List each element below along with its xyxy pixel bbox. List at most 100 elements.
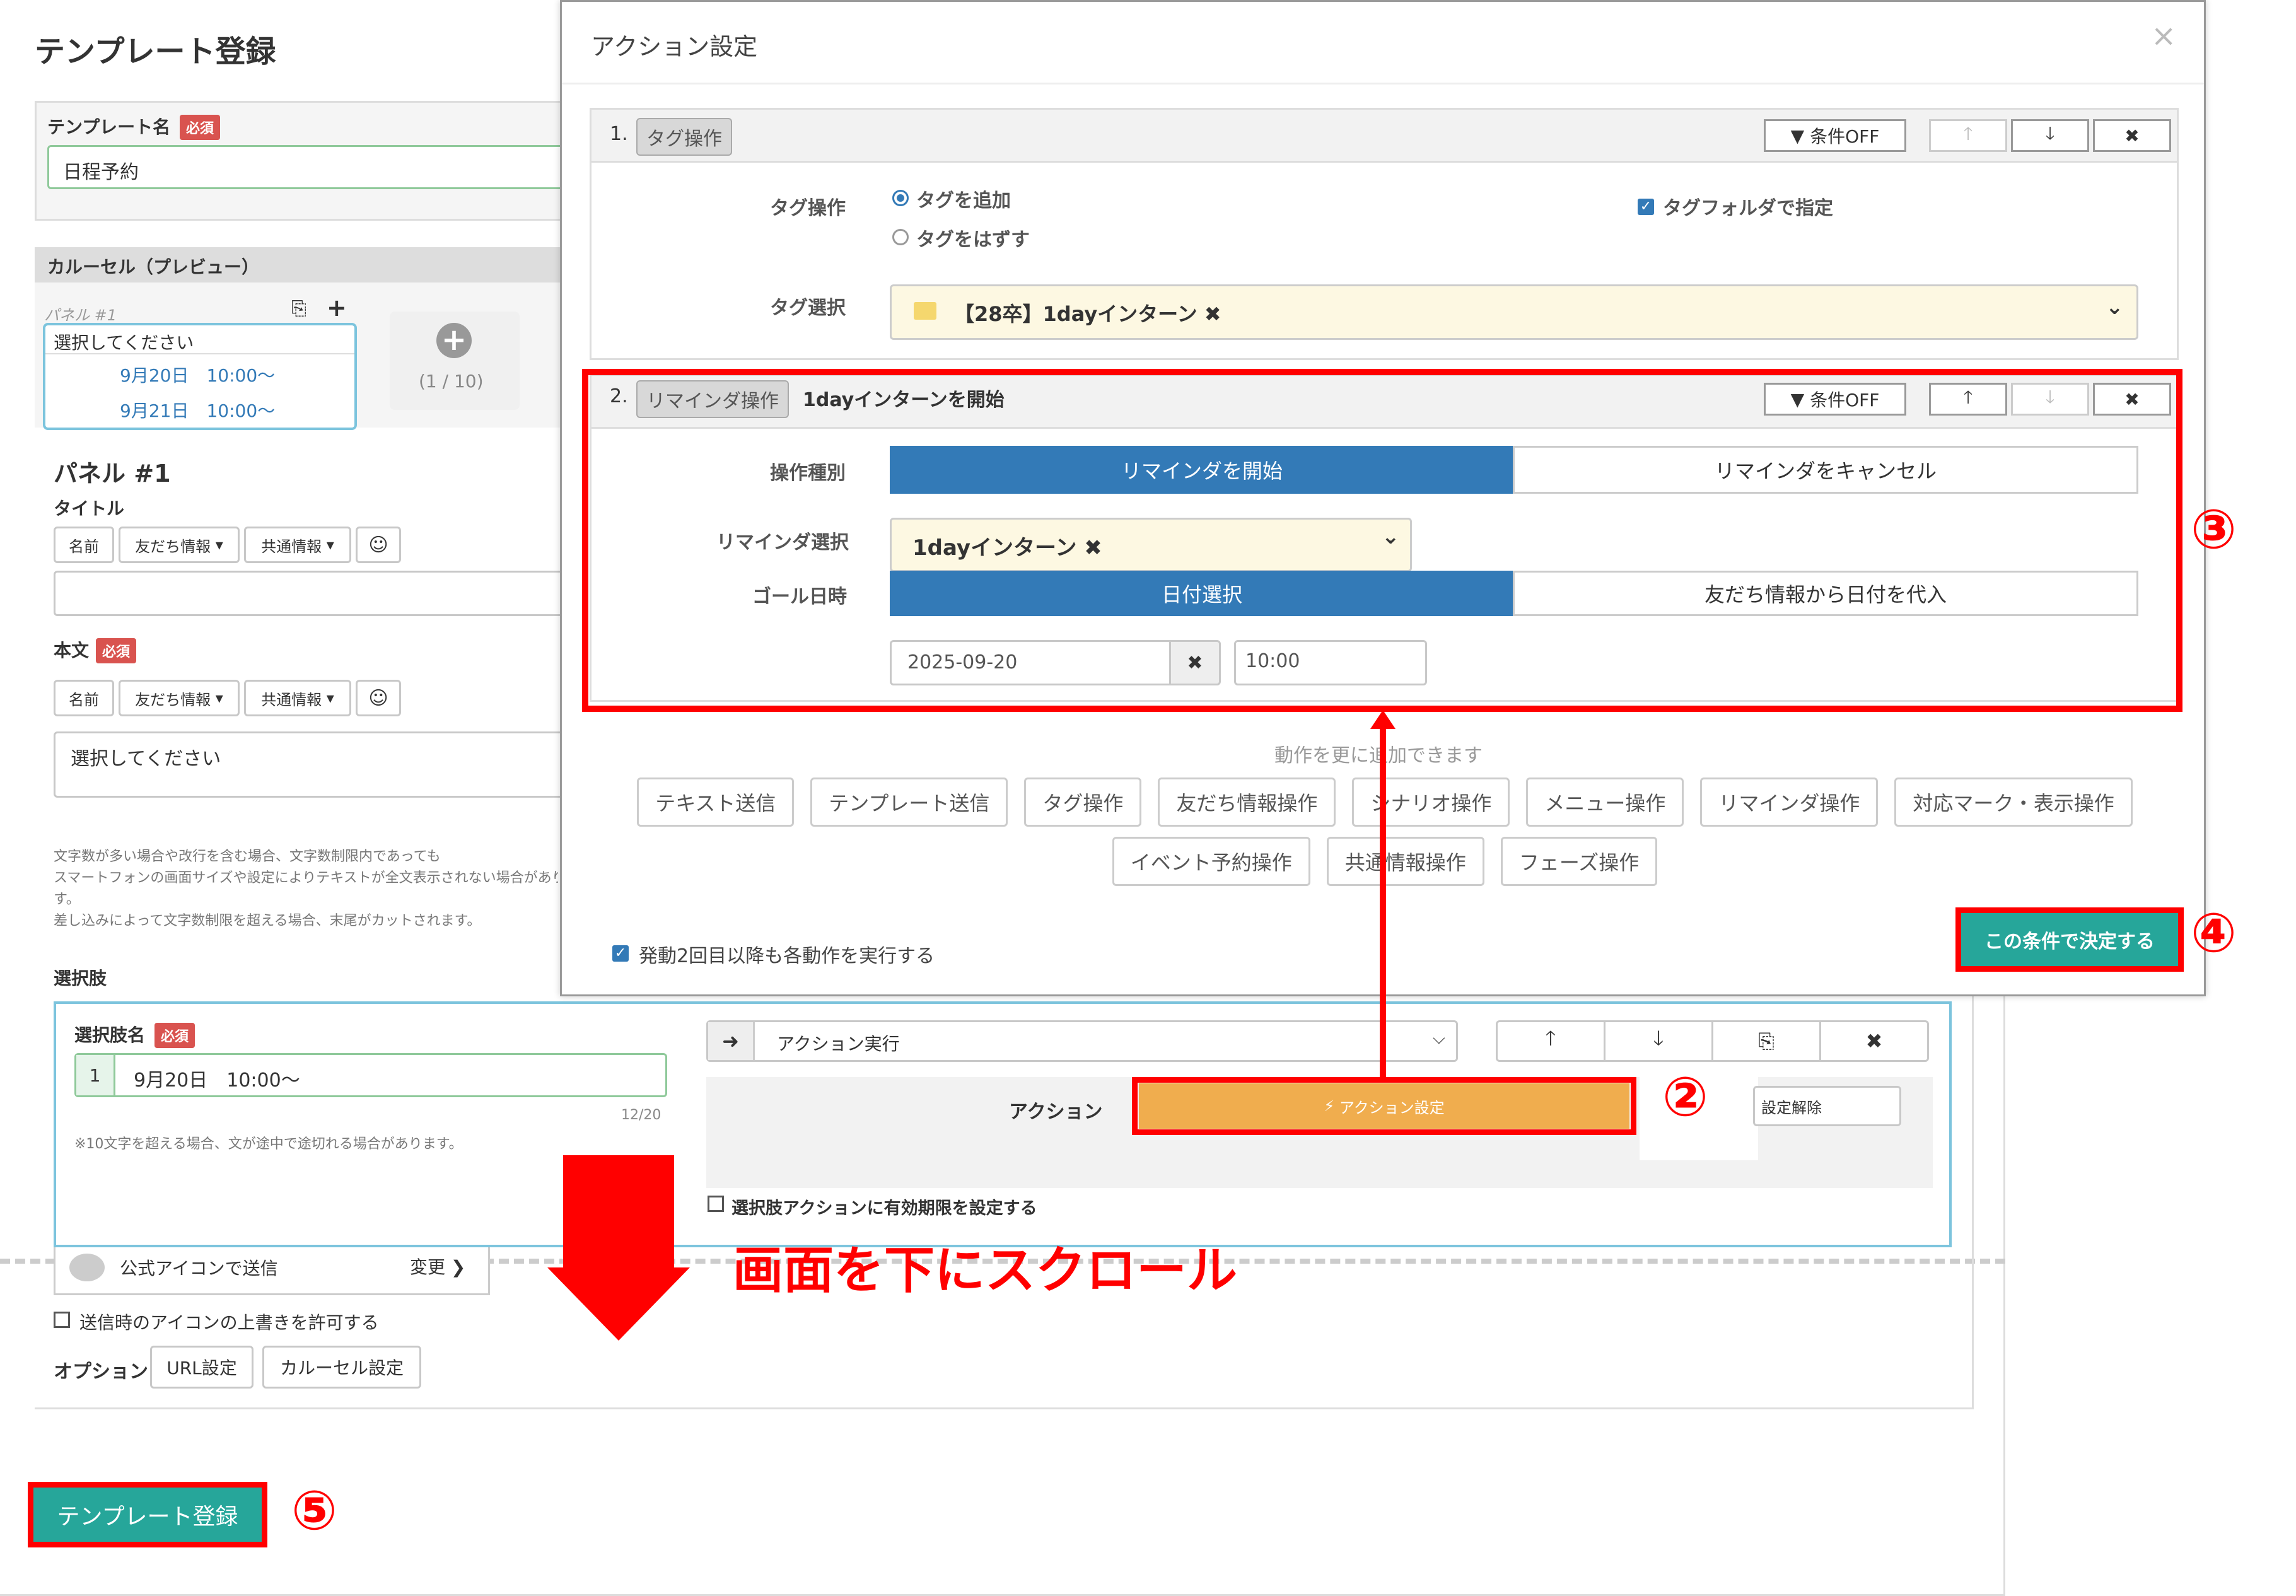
chevron-down-icon: ⌵ [1433,1029,1445,1048]
template-name-value: 日程予約 [63,161,139,183]
preview-divider [45,353,354,354]
connector-arrowhead [1370,710,1396,729]
panel-right-border [1972,984,1974,1409]
add-mark-display-operation-button[interactable]: 対応マーク・表示操作 [1894,778,2133,827]
connector-arrow-line [1380,722,1386,1078]
carousel-counter: (1 / 10) [419,371,484,392]
tag-op-label: タグ操作 [770,197,846,219]
body-note: 差し込みによって文字数制限を超える場合、末尾がカットされます。 [54,913,481,929]
emoji-icon[interactable]: ☺ [356,527,401,563]
annotation-number-2: ② [1662,1066,1708,1129]
carousel-setting-button[interactable]: カルーセル設定 [262,1346,421,1389]
expiry-checkbox-label: 選択肢アクションに有効期限を設定する [731,1199,1037,1218]
tag-select-label: タグ選択 [770,297,846,319]
panel-bottom-border [35,1407,1974,1409]
block1-badge: タグ操作 [636,118,732,156]
url-setting-button[interactable]: URL設定 [150,1346,253,1389]
copy-icon[interactable]: ⎘ [1711,1020,1821,1062]
tag-folder-checkbox[interactable]: ✓ [1638,199,1654,215]
insert-friend-info-button[interactable]: 友だち情報 ▾ [119,680,240,716]
add-phase-operation-button[interactable]: フェーズ操作 [1500,837,1658,886]
scroll-instruction: 画面を下にスクロール [733,1241,1237,1300]
preview-item: 9月20日 10:00〜 [120,365,276,386]
body-note: す。 [54,892,80,907]
title-label: タイトル [54,498,125,519]
repeat-checkbox[interactable]: ✓ [612,945,629,962]
panel-heading: パネル #1 [54,460,171,487]
folder-icon [914,302,936,320]
preview-item: 9月21日 10:00〜 [120,400,276,421]
insert-friend-info-button[interactable]: 友だち情報 ▾ [119,527,240,563]
carousel-header: カルーセル（プレビュー） [47,257,260,277]
delete-button[interactable]: ✖ [1819,1020,1929,1062]
move-up-button[interactable]: 🡑 [1496,1020,1605,1062]
highlight-action-setting-button [1132,1077,1636,1135]
highlight-reminder-block [582,369,2182,712]
add-friend-info-operation-button[interactable]: 友だち情報操作 [1158,778,1336,827]
insert-name-button[interactable]: 名前 [54,527,114,563]
radio-remove-tag[interactable] [892,229,909,245]
scroll-down-arrowhead [547,1267,690,1341]
choice-section-label: 選択肢 [54,968,107,989]
template-register-button[interactable]: テンプレート登録 [28,1482,267,1547]
radio-add-tag[interactable] [892,190,909,206]
preview-title: 選択してください [54,332,194,353]
insert-common-info-button[interactable]: 共通情報 ▾ [244,527,351,563]
radio-remove-tag-label: タグをはずす [916,229,1030,251]
avatar [69,1254,105,1281]
add-template-send-button[interactable]: テンプレート送信 [810,778,1008,827]
insert-name-button[interactable]: 名前 [54,680,114,716]
add-tag-operation-button[interactable]: タグ操作 [1024,778,1142,827]
add-panel-icon: + [436,323,472,358]
tag-select-value: 【28卒】1dayインターン ✖ [954,302,1221,326]
action-type-value: アクション実行 [777,1034,900,1054]
add-action-hint: 動作を更に追加できます [1274,745,1483,767]
move-down-button[interactable]: 🡓 [1604,1020,1713,1062]
repeat-checkbox-label: 発動2回目以降も各動作を実行する [639,945,935,967]
close-icon[interactable]: × [2151,18,2176,54]
emoji-icon[interactable]: ☺ [356,680,401,716]
change-link[interactable]: 変更 ❯ [410,1254,465,1279]
add-common-info-operation-button[interactable]: 共通情報操作 [1326,837,1484,886]
chevron-down-icon: ⌄ [2106,294,2124,320]
icon-send-label: 公式アイコンで送信 [120,1258,278,1279]
page-title: テンプレート登録 [35,34,276,69]
copy-icon[interactable]: ⎘ [291,298,306,320]
annotation-number-5: ⑤ [291,1479,337,1542]
action-release-button[interactable]: 設定解除 [1753,1086,1901,1126]
confirm-condition-button[interactable]: この条件で決定する [1955,907,2184,972]
required-badge: 必須 [154,1023,195,1048]
tag-folder-checkbox-label: タグフォルダで指定 [1663,197,1833,219]
override-checkbox[interactable] [54,1312,70,1328]
body-value: 選択してください [71,748,221,770]
add-text-send-button[interactable]: テキスト送信 [637,778,795,827]
override-checkbox-label: 送信時のアイコンの上書きを許可する [79,1312,379,1333]
body-note: 文字数が多い場合や改行を含む場合、文字数制限内であっても [54,849,441,865]
annotation-number-3: ③ [2191,498,2237,561]
title-input[interactable] [54,571,602,616]
add-event-reservation-operation-button[interactable]: イベント予約操作 [1112,837,1310,886]
arrow-right-icon: ➜ [708,1022,755,1060]
annotation-number-4: ④ [2191,902,2237,965]
insert-common-info-button[interactable]: 共通情報 ▾ [244,680,351,716]
body-note: スマートフォンの画面サイズや設定によりテキストが全文表示されない場合があります。 [54,870,558,886]
move-down-button[interactable]: 🡓 [2011,119,2089,152]
move-up-button[interactable]: 🡑 [1929,119,2007,152]
required-badge: 必須 [96,638,137,663]
action-label: アクション [1009,1101,1103,1123]
choice-name-value: 9月20日 10:00〜 [134,1069,300,1092]
choice-note: ※10文字を超える場合、文が途中で途切れる場合があります。 [74,1136,463,1152]
carousel-panel-label: パネル #1 [44,306,117,324]
add-menu-operation-button[interactable]: メニュー操作 [1526,778,1684,827]
add-reminder-operation-button[interactable]: リマインダ操作 [1700,778,1879,827]
delete-button[interactable]: ✖ [2093,119,2171,152]
expiry-checkbox[interactable] [708,1196,724,1212]
choice-char-count: 12/20 [621,1107,661,1123]
add-scenario-operation-button[interactable]: シナリオ操作 [1352,778,1510,827]
block1-number: 1. [610,123,628,145]
plus-icon[interactable]: + [327,294,347,322]
condition-off-button[interactable]: ▼ 条件OFF [1764,119,1906,152]
body-label: 本文 [54,640,90,661]
scroll-down-arrow-icon [563,1155,674,1269]
choice-name-label: 選択肢名 [74,1025,146,1046]
